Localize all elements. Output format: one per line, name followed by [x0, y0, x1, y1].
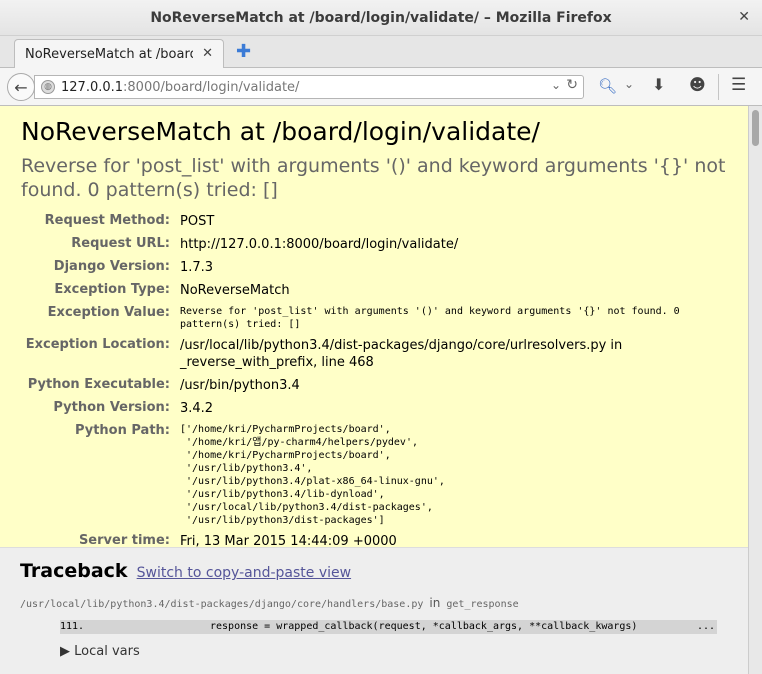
code-line-number: 111.: [60, 621, 85, 632]
search-dropdown-icon[interactable]: ⌄: [624, 77, 634, 91]
frame-in: in: [429, 596, 441, 610]
site-identity-icon[interactable]: ◍: [41, 80, 55, 94]
meta-value: NoReverseMatch: [180, 283, 290, 298]
nav-bar: ◍ 127.0.0.1:8000/board/login/validate/ ⌄…: [0, 68, 762, 106]
meta-value: POST: [180, 214, 215, 229]
smiley-icon[interactable]: ☻: [689, 75, 706, 94]
meta-label: Request Method:: [44, 213, 170, 228]
copy-and-paste-view-link[interactable]: Switch to copy-and-paste view: [137, 565, 351, 581]
traceback-heading: Traceback: [20, 560, 128, 582]
meta-row-exception-value: Exception Value: Reverse for 'post_list'…: [21, 302, 728, 334]
tab-strip: NoReverseMatch at /board/login/validate/…: [0, 36, 762, 69]
meta-row-exception-type: Exception Type: NoReverseMatch: [21, 279, 728, 302]
meta-row-python-executable: Python Executable: /usr/bin/python3.4: [21, 374, 728, 397]
tab-close-icon[interactable]: ✕: [202, 46, 213, 61]
meta-label: Exception Value:: [47, 305, 170, 320]
page-title: NoReverseMatch at /board/login/validate/: [21, 117, 540, 146]
request-meta-table: Request Method: POST Request URL: http:/…: [21, 210, 728, 553]
meta-label: Exception Type:: [54, 282, 170, 297]
url-bar[interactable]: ◍ 127.0.0.1:8000/board/login/validate/ ⌄…: [34, 75, 584, 99]
search-engine-icon[interactable]: 🔍︎: [598, 77, 617, 95]
meta-value: http://127.0.0.1:8000/board/login/valida…: [180, 237, 459, 252]
toolbar-separator: [718, 74, 719, 100]
code-expand-ellipsis[interactable]: ...: [697, 621, 715, 632]
window-title: NoReverseMatch at /board/login/validate/…: [150, 9, 612, 26]
meta-value: Reverse for 'post_list' with arguments '…: [180, 306, 680, 330]
url-path: :8000/board/login/validate/: [123, 79, 300, 95]
new-tab-icon[interactable]: ✚: [236, 41, 251, 62]
exception-message: Reverse for 'post_list' with arguments '…: [21, 155, 726, 201]
meta-value: /usr/local/lib/python3.4/dist-packages/d…: [180, 338, 623, 370]
tab-active[interactable]: NoReverseMatch at /board/login/validate/…: [14, 39, 224, 69]
traceback-section: Traceback Switch to copy-and-paste view …: [0, 548, 748, 674]
meta-value: ['/home/kri/PycharmProjects/board', '/ho…: [180, 424, 445, 526]
vertical-scrollbar[interactable]: [748, 106, 762, 674]
code-line-text: response = wrapped_callback(request, *ca…: [210, 621, 638, 632]
meta-label: Exception Location:: [25, 337, 170, 352]
meta-value: /usr/bin/python3.4: [180, 378, 300, 393]
download-icon[interactable]: ⬇: [652, 75, 665, 94]
menu-icon[interactable]: ☰: [731, 75, 746, 95]
code-context-line[interactable]: 111. response = wrapped_callback(request…: [60, 620, 717, 634]
frame-function: get_response: [446, 599, 519, 610]
reload-icon[interactable]: ↻: [566, 77, 578, 93]
back-button[interactable]: ←: [7, 73, 35, 101]
meta-value: 1.7.3: [180, 260, 214, 275]
meta-row-request-method: Request Method: POST: [21, 210, 728, 233]
page-content: NoReverseMatch at /board/login/validate/…: [0, 106, 748, 674]
meta-row-exception-location: Exception Location: /usr/local/lib/pytho…: [21, 334, 728, 374]
meta-row-django-version: Django Version: 1.7.3: [21, 256, 728, 279]
url-history-dropdown-icon[interactable]: ⌄: [551, 78, 561, 92]
local-vars-toggle[interactable]: ▶ Local vars: [60, 644, 728, 659]
meta-label: Request URL:: [71, 236, 170, 251]
meta-row-python-path: Python Path: ['/home/kri/PycharmProjects…: [21, 420, 728, 530]
meta-label: Django Version:: [53, 259, 170, 274]
window-titlebar: NoReverseMatch at /board/login/validate/…: [0, 0, 762, 36]
tab-label: NoReverseMatch at /board/login/validate/: [25, 47, 193, 62]
meta-label: Python Executable:: [27, 377, 170, 392]
url-host: 127.0.0.1: [61, 79, 124, 95]
frame-file: /usr/local/lib/python3.4/dist-packages/d…: [20, 599, 424, 610]
frame-path: /usr/local/lib/python3.4/dist-packages/d…: [20, 596, 728, 610]
back-arrow-icon: ←: [14, 77, 28, 97]
error-summary: NoReverseMatch at /board/login/validate/…: [0, 106, 748, 549]
window-close-icon[interactable]: ✕: [738, 9, 750, 25]
meta-label: Python Version:: [53, 400, 170, 415]
meta-row-python-version: Python Version: 3.4.2: [21, 397, 728, 420]
meta-row-request-url: Request URL: http://127.0.0.1:8000/board…: [21, 233, 728, 256]
meta-label: Python Path:: [74, 423, 170, 438]
scrollbar-thumb[interactable]: [752, 110, 759, 146]
meta-value: 3.4.2: [180, 401, 214, 416]
